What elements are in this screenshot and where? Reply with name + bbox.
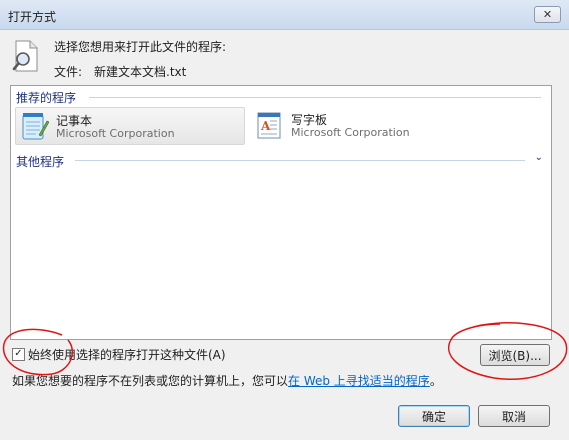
svg-text:A: A — [260, 119, 271, 133]
title-bar: 打开方式 ✕ — [0, 0, 569, 30]
program-company: Microsoft Corporation — [56, 127, 175, 140]
chevron-down-icon[interactable]: ⌄ — [535, 152, 543, 163]
recommended-divider — [89, 97, 541, 98]
always-use-checkbox[interactable]: ✓ — [12, 347, 25, 361]
recommended-header: 推荐的程序 — [16, 91, 77, 105]
always-use-option[interactable]: ✓ 始终使用选择的程序打开这种文件(A) — [12, 346, 226, 362]
other-divider — [75, 160, 525, 161]
other-programs-header[interactable]: 其他程序 — [16, 153, 64, 170]
file-search-icon — [12, 40, 40, 72]
close-button[interactable]: ✕ — [534, 6, 561, 23]
always-use-label: 始终使用选择的程序打开这种文件(A) — [28, 347, 226, 362]
program-company: Microsoft Corporation — [291, 126, 410, 139]
hint-prefix: 如果您想要的程序不在列表或您的计算机上，您可以 — [12, 374, 289, 388]
program-item-wordpad[interactable]: A 写字板 Microsoft Corporation — [251, 107, 481, 145]
cancel-button[interactable]: 取消 — [478, 405, 550, 427]
window-title: 打开方式 — [8, 10, 57, 24]
web-search-link[interactable]: 在 Web 上寻找适当的程序 — [288, 374, 430, 388]
ok-button[interactable]: 确定 — [398, 405, 470, 427]
file-name: 新建文本文档.txt — [94, 65, 187, 79]
wordpad-icon: A — [254, 110, 284, 140]
prompt-text: 选择您想用来打开此文件的程序: — [54, 40, 227, 54]
hint-suffix: 。 — [429, 374, 442, 388]
program-item-notepad[interactable]: 记事本 Microsoft Corporation — [15, 107, 245, 145]
notepad-icon — [19, 111, 50, 141]
file-label: 文件: — [54, 65, 83, 79]
browse-button[interactable]: 浏览(B)... — [480, 344, 550, 366]
program-list[interactable]: 推荐的程序 记事本 Microsoft Corporation A 写字板 Mi… — [10, 85, 552, 340]
hint-text: 如果您想要的程序不在列表或您的计算机上，您可以在 Web 上寻找适当的程序。 — [12, 372, 442, 389]
close-icon: ✕ — [542, 8, 553, 21]
